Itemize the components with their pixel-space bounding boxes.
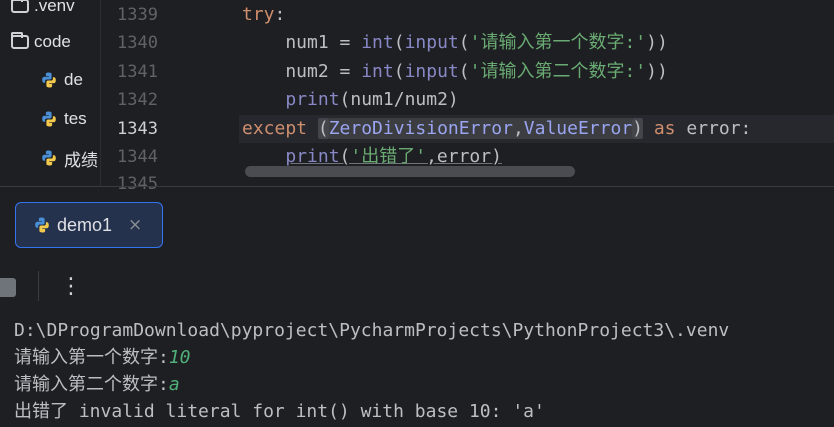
console-line: 请输入第一个数字:10 [14,344,191,371]
code-token: (num1/num2) [339,89,459,110]
tree-item-label: code [34,32,71,51]
keyword-token: try [242,4,275,25]
builtin-token: int [361,61,394,82]
stop-icon[interactable] [0,278,16,297]
top-area: .venv code de tes 成绩 1339 1340 1341 1342… [0,0,834,194]
code-token: num2 = [242,61,362,82]
code-token: ( [458,61,470,82]
code-token: ,error) [426,146,502,167]
tree-item-venv[interactable]: .venv [11,0,75,18]
keyword-token: as [643,118,687,139]
builtin-token: print [285,146,340,167]
code-token: )) [646,61,668,82]
console-user-input: 10 [168,347,191,368]
line-number-gutter: 1339 1340 1341 1342 1343 1344 1345 [101,0,239,194]
console-line: D:\DProgramDownload\pyproject\PycharmPro… [14,320,730,341]
line-number: 1344 [117,147,158,167]
python-file-icon [35,217,49,233]
builtin-token: print [285,89,340,110]
line-number: 1339 [117,5,158,25]
console-line: 请输入第二个数字:a [14,371,180,398]
code-token: num1 = [242,32,362,53]
python-file-icon [42,111,56,127]
tree-item-code[interactable]: code [11,30,71,54]
line-number: 1342 [117,90,158,110]
code-line-1339: try: [242,1,285,29]
class-token: ValueError [523,118,633,139]
console-line: 出错了 invalid literal for int() with base … [14,401,545,422]
horizontal-scrollbar[interactable] [245,166,575,177]
run-panel-divider [0,186,834,187]
code-token: , [512,118,524,139]
line-number: 1340 [117,33,158,53]
builtin-token: int [361,32,394,53]
current-line-number: 1343 [117,119,158,139]
code-token: ( [393,32,405,53]
code-line-1342: print(num1/num2) [242,86,459,114]
toolbar-separator [38,271,39,301]
class-token: ZeroDivisionError [328,118,513,139]
python-file-icon [42,150,56,166]
code-line-1340: num1 = int(input('请输入第一个数字:')) [242,29,668,57]
folder-icon [11,0,29,13]
folder-icon [11,32,29,49]
tree-item-label: .venv [34,0,75,15]
code-token: ( [393,61,405,82]
python-file-icon [42,72,56,88]
keyword-token: except [242,118,318,139]
builtin-token: input [404,61,459,82]
project-tool-window: .venv code de tes 成绩 [0,0,100,186]
console-prompt: 请输入第一个数字: [14,347,169,368]
tree-item-test-file[interactable]: tes [40,107,87,131]
string-token: '请输入第二个数字:' [469,61,647,82]
code-token: ( [339,146,351,167]
run-tab-demo1[interactable]: demo1 × [15,202,163,248]
tree-item-label: 成绩 [64,150,98,170]
code-token: )) [646,32,668,53]
string-token: '出错了' [350,146,427,167]
console-user-input: a [168,374,180,395]
code-line-1343: except (ZeroDivisionError,ValueError) as… [242,115,751,143]
string-token: '请输入第一个数字:' [469,32,647,53]
run-tab-label: demo1 [57,214,113,235]
code-editor[interactable]: try: num1 = int(input('请输入第一个数字:')) num2… [239,0,834,186]
code-line-1341: num2 = int(input('请输入第二个数字:')) [242,58,668,86]
code-token: error: [686,118,752,139]
line-number: 1341 [117,62,158,82]
tree-item-label: de [64,70,83,89]
code-token: ( [458,32,470,53]
close-icon[interactable]: × [128,215,142,235]
code-token: : [274,4,286,25]
console-prompt: 请输入第二个数字: [14,374,169,395]
tree-item-demo-file[interactable]: de [40,68,83,92]
tree-item-label: tes [64,109,87,128]
more-options-icon[interactable]: ⋮ [60,273,82,301]
line-number: 1345 [117,174,158,194]
bracket-match: ( [317,118,329,139]
tree-item-score-file[interactable]: 成绩 [40,146,98,170]
builtin-token: input [404,32,459,53]
bracket-match: ) [632,118,643,139]
